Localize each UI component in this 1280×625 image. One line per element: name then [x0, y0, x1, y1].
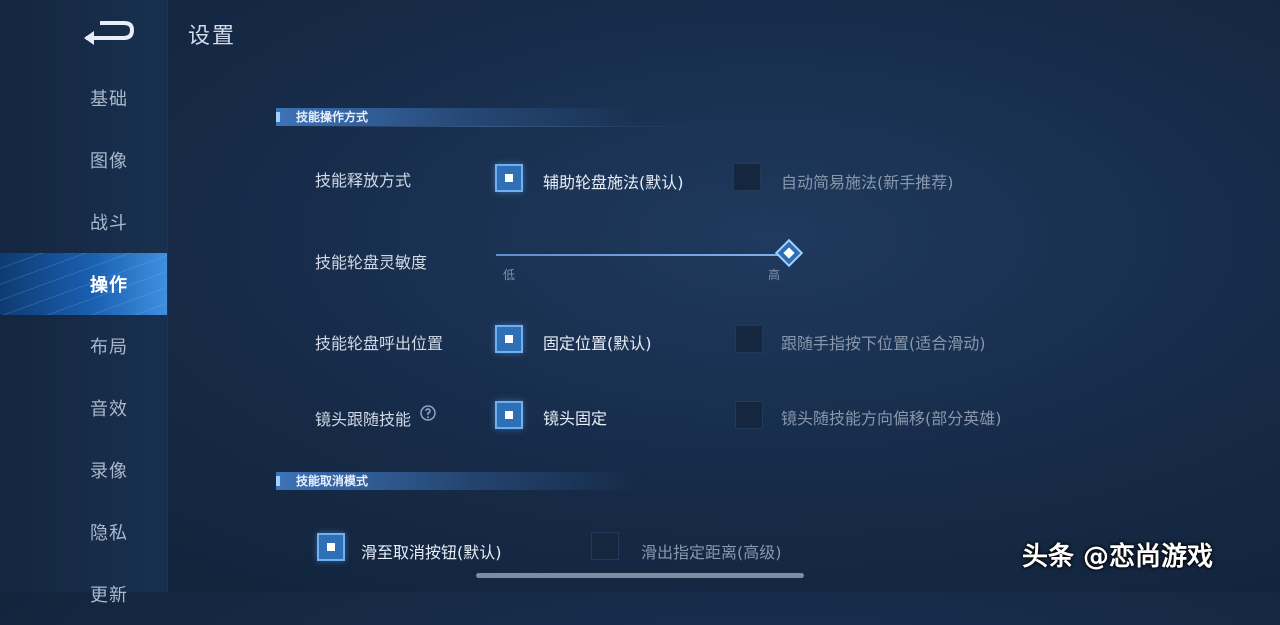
row-label-wheel-sensitivity: 技能轮盘灵敏度 — [315, 253, 428, 272]
sidebar-item-layout[interactable]: 布局 — [0, 315, 167, 377]
checkbox-assisted-wheel[interactable] — [495, 164, 523, 192]
sidebar-item-sound[interactable]: 音效 — [0, 377, 167, 439]
sidebar-item-label: 录像 — [90, 461, 128, 482]
checkbox-auto-simple[interactable] — [733, 163, 761, 191]
checkbox-camera-fixed[interactable] — [495, 401, 523, 429]
sidebar-item-basic[interactable]: 基础 — [0, 67, 167, 129]
checkbox-follow-finger[interactable] — [735, 325, 763, 353]
slider-min-label: 低 — [503, 268, 516, 282]
sidebar: 基础 图像 战斗 操作 布局 音效 录像 隐私 更新 — [0, 0, 168, 606]
sidebar-item-label: 战斗 — [90, 213, 128, 234]
sidebar-item-label: 隐私 — [90, 523, 128, 544]
section-header-cancel-mode: 技能取消模式 — [276, 472, 636, 490]
checkbox-camera-offset[interactable] — [735, 401, 763, 429]
back-icon[interactable] — [80, 18, 136, 46]
sidebar-item-replay[interactable]: 录像 — [0, 439, 167, 501]
help-icon[interactable] — [420, 405, 436, 421]
sidebar-item-label: 操作 — [90, 275, 128, 296]
sensitivity-slider-track[interactable] — [496, 254, 790, 256]
sidebar-item-combat[interactable]: 战斗 — [0, 191, 167, 253]
slider-max-label: 高 — [768, 268, 781, 282]
row-label-wheel-position: 技能轮盘呼出位置 — [315, 334, 444, 353]
row-label-cast-mode: 技能释放方式 — [315, 171, 412, 190]
sidebar-item-label: 布局 — [90, 337, 128, 358]
checkbox-slide-to-cancel[interactable] — [317, 533, 345, 561]
option-label-follow-finger[interactable]: 跟随手指按下位置(适合滑动) — [781, 330, 986, 354]
option-label-assisted-wheel[interactable]: 辅助轮盘施法(默认) — [543, 169, 684, 193]
option-label-slide-out-distance[interactable]: 滑出指定距离(高级) — [641, 539, 782, 563]
sidebar-item-graphics[interactable]: 图像 — [0, 129, 167, 191]
checkbox-fixed-position[interactable] — [495, 325, 523, 353]
sidebar-item-update[interactable]: 更新 — [0, 563, 167, 625]
sidebar-item-label: 音效 — [90, 399, 128, 420]
sidebar-item-label: 更新 — [90, 585, 128, 606]
option-label-camera-fixed[interactable]: 镜头固定 — [543, 405, 607, 429]
sidebar-item-label: 图像 — [90, 151, 128, 172]
checkbox-slide-out-distance[interactable] — [591, 532, 619, 560]
home-indicator[interactable] — [476, 573, 804, 578]
divider — [276, 126, 696, 127]
option-label-fixed-position[interactable]: 固定位置(默认) — [543, 330, 652, 354]
option-label-camera-offset[interactable]: 镜头随技能方向偏移(部分英雄) — [781, 405, 1002, 429]
sensitivity-slider-handle[interactable] — [774, 238, 804, 268]
sidebar-item-controls[interactable]: 操作 — [0, 253, 167, 315]
section-header-skill-operation: 技能操作方式 — [276, 108, 636, 126]
sidebar-item-label: 基础 — [90, 89, 128, 110]
sidebar-item-privacy[interactable]: 隐私 — [0, 501, 167, 563]
watermark: 头条 @恋尚游戏 — [1022, 542, 1214, 572]
option-label-slide-to-cancel[interactable]: 滑至取消按钮(默认) — [361, 539, 502, 563]
page-title: 设置 — [188, 24, 237, 49]
option-label-auto-simple[interactable]: 自动简易施法(新手推荐) — [781, 169, 954, 193]
row-label-camera-follow: 镜头跟随技能 — [315, 410, 412, 429]
